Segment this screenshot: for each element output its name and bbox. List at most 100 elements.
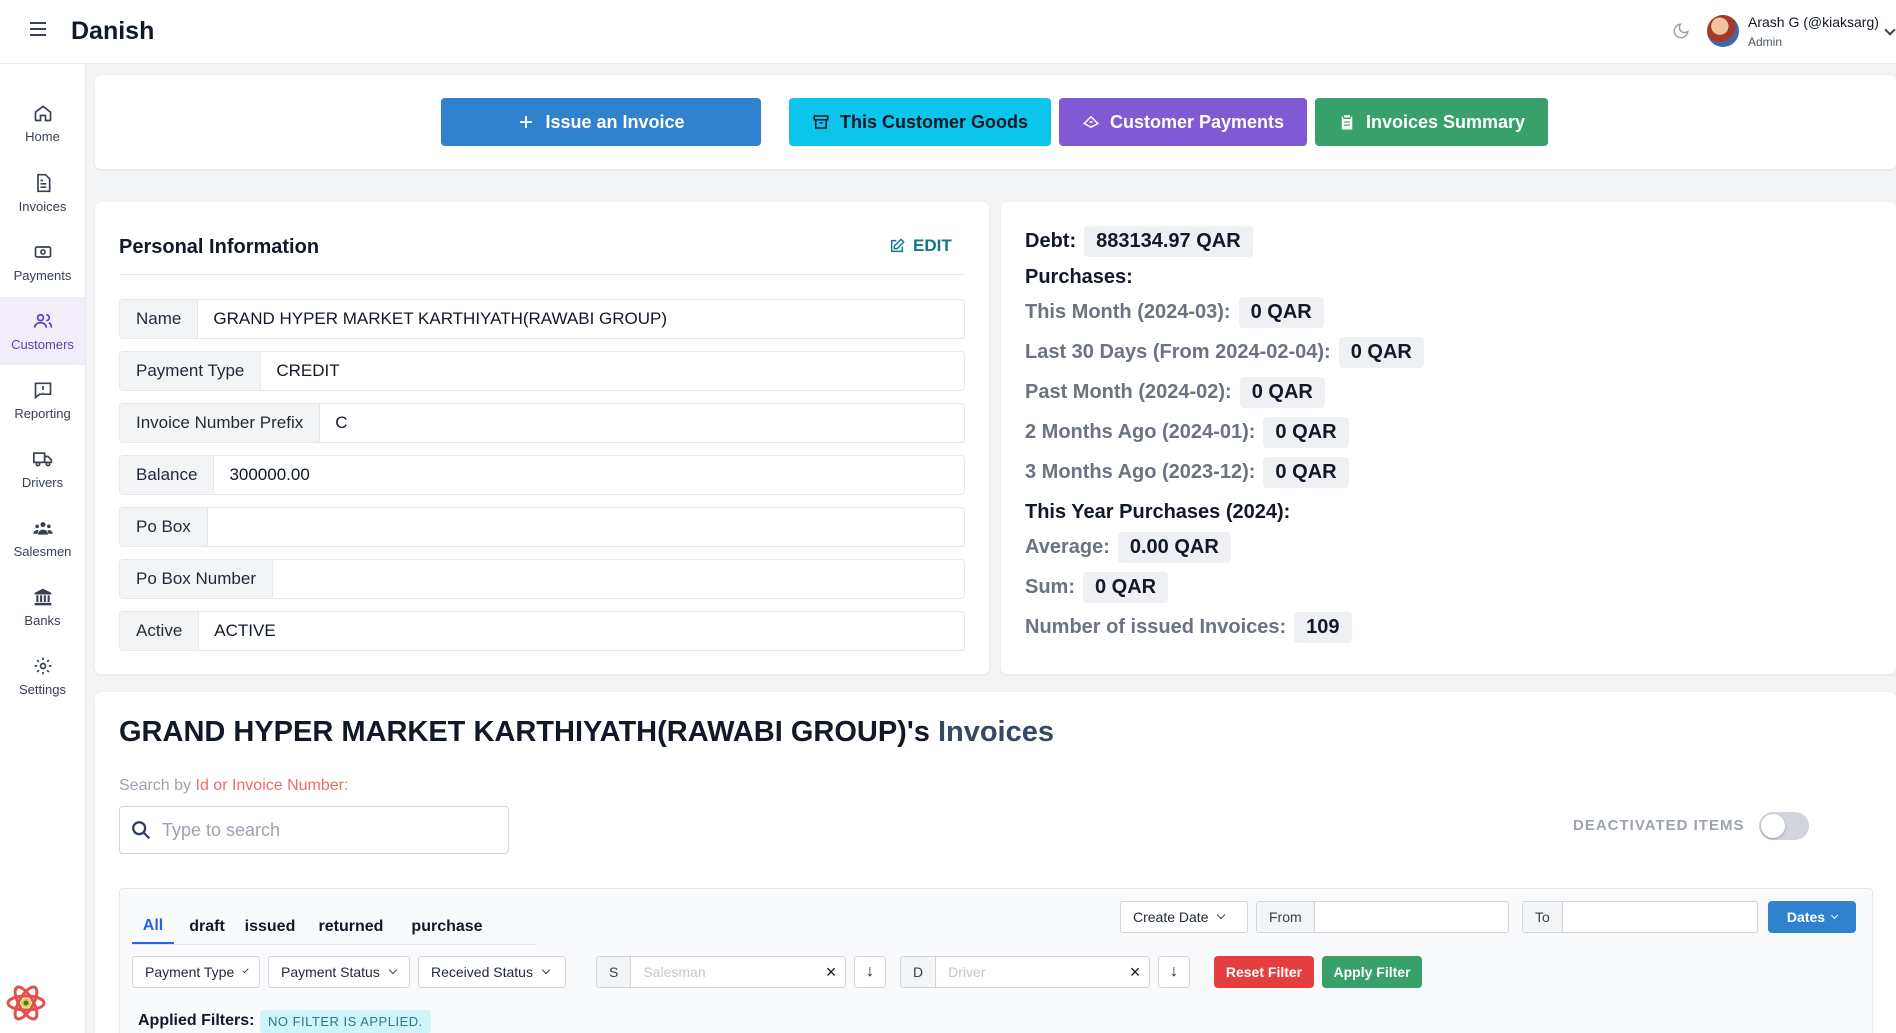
stat-past-month: Past Month (2024-02): 0 QAR <box>1025 377 1325 408</box>
payment-status-select[interactable]: Payment Status <box>268 956 410 988</box>
tab-issued[interactable]: issued <box>240 910 300 944</box>
invoices-summary-button[interactable]: Invoices Summary <box>1315 98 1548 146</box>
issue-invoice-button[interactable]: Issue an Invoice <box>441 98 761 146</box>
to-date-input[interactable]: To <box>1522 901 1758 933</box>
invoices-card: GRAND HYPER MARKET KARTHIYATH(RAWABI GRO… <box>95 692 1896 1033</box>
sidebar-item-salesmen[interactable]: Salesmen <box>0 504 85 572</box>
report-icon <box>34 382 51 399</box>
field-payment-type: Payment Type CREDIT <box>119 351 965 391</box>
sidebar-item-label: Salesmen <box>13 543 72 559</box>
home-icon <box>34 104 51 121</box>
driver-sort-button[interactable]: ↓ <box>1158 956 1190 988</box>
search-label: Search by Id or Invoice Number: <box>119 777 349 794</box>
group-icon <box>32 521 53 535</box>
sidebar-item-payments[interactable]: Payments <box>0 228 85 296</box>
sidebar-item-invoices[interactable]: Invoices <box>0 159 85 227</box>
stat-sum: Sum: 0 QAR <box>1025 572 1169 603</box>
tab-all[interactable]: All <box>132 910 174 944</box>
filter-panel: All draft issued returned purchase Creat… <box>119 888 1873 1033</box>
divider <box>119 274 965 275</box>
sidebar-item-label: Home <box>25 128 60 144</box>
menu-icon[interactable] <box>30 22 46 36</box>
clear-icon[interactable]: × <box>1121 957 1149 987</box>
stat-last-30-days: Last 30 Days (From 2024-02-04): 0 QAR <box>1025 337 1424 368</box>
stat-this-month: This Month (2024-03): 0 QAR <box>1025 297 1324 328</box>
field-po-box: Po Box <box>119 507 965 547</box>
no-filter-badge: NO FILTER IS APPLIED. <box>260 1010 431 1033</box>
dates-button[interactable]: Dates <box>1768 901 1856 933</box>
edit-icon <box>890 238 905 253</box>
chevron-down-icon <box>541 965 551 975</box>
customer-goods-button[interactable]: This Customer Goods <box>789 98 1051 146</box>
field-balance: Balance 300000.00 <box>119 455 965 495</box>
chevron-down-icon[interactable] <box>1884 24 1896 36</box>
bank-icon <box>34 588 51 605</box>
purchase-stats-card: Debt: 883134.97 QAR Purchases: This Mont… <box>1001 202 1896 674</box>
create-date-select[interactable]: Create Date <box>1120 901 1248 933</box>
field-invoice-prefix: Invoice Number Prefix C <box>119 403 965 443</box>
sidebar-item-settings[interactable]: Settings <box>0 642 85 710</box>
field-name: Name GRAND HYPER MARKET KARTHIYATH(RAWAB… <box>119 299 965 339</box>
chevron-down-icon <box>1217 910 1226 920</box>
sidebar-item-banks[interactable]: Banks <box>0 573 85 641</box>
moon-icon[interactable] <box>1672 22 1690 40</box>
user-name[interactable]: Arash G (@kiaksarg) <box>1748 14 1879 30</box>
section-title: Personal Information <box>119 236 320 258</box>
app-brand: Danish <box>71 17 155 45</box>
stat-average: Average: 0.00 QAR <box>1025 532 1231 563</box>
sidebar: Home Invoices Payments Customers Reporti… <box>0 64 86 1033</box>
sidebar-item-label: Banks <box>24 612 61 628</box>
stat-issued-count: Number of issued Invoices: 109 <box>1025 612 1352 643</box>
search-box <box>119 806 509 854</box>
money-icon <box>1082 115 1099 129</box>
driver-input[interactable]: D Driver × <box>900 956 1150 988</box>
react-query-logo[interactable] <box>6 983 46 1023</box>
apply-filter-button[interactable]: Apply Filter <box>1322 956 1422 988</box>
sidebar-item-reporting[interactable]: Reporting <box>0 366 85 434</box>
actions-card: Issue an Invoice This Customer Goods Cus… <box>95 75 1896 169</box>
deactivated-items-label: DEACTIVATED ITEMS <box>1573 817 1745 834</box>
clear-icon[interactable]: × <box>817 957 845 987</box>
tab-draft[interactable]: draft <box>184 910 230 944</box>
sidebar-item-label: Settings <box>19 681 66 697</box>
tab-purchase[interactable]: purchase <box>402 910 492 944</box>
chevron-down-icon <box>388 965 398 975</box>
sidebar-item-drivers[interactable]: Drivers <box>0 435 85 503</box>
from-date-input[interactable]: From <box>1256 901 1509 933</box>
stat-purchases-heading: Purchases: <box>1025 266 1133 288</box>
sidebar-item-home[interactable]: Home <box>0 89 85 157</box>
tab-returned[interactable]: returned <box>310 910 392 944</box>
salesman-sort-button[interactable]: ↓ <box>854 956 886 988</box>
user-role: Admin <box>1748 35 1783 49</box>
payment-type-select[interactable]: Payment Type <box>132 956 260 988</box>
box-icon <box>813 115 829 129</box>
tabs-divider <box>132 944 537 945</box>
customer-payments-button[interactable]: Customer Payments <box>1059 98 1307 146</box>
clipboard-icon <box>1341 115 1353 130</box>
search-input[interactable] <box>162 819 492 841</box>
avatar[interactable] <box>1707 15 1739 47</box>
applied-filters-label: Applied Filters: <box>138 1012 255 1029</box>
sidebar-item-label: Customers <box>11 336 74 352</box>
sidebar-item-label: Invoices <box>18 198 67 214</box>
field-po-box-number: Po Box Number <box>119 559 965 599</box>
stat-two-months-ago: 2 Months Ago (2024-01): 0 QAR <box>1025 417 1349 448</box>
sidebar-item-label: Payments <box>13 267 72 283</box>
deactivated-items-toggle[interactable] <box>1759 812 1809 840</box>
edit-button[interactable]: EDIT <box>889 236 952 256</box>
users-icon <box>33 313 52 328</box>
chevron-down-icon <box>242 966 249 974</box>
salesman-input[interactable]: S Salesman × <box>596 956 846 988</box>
file-icon <box>36 173 50 192</box>
sidebar-item-customers[interactable]: Customers <box>0 297 85 365</box>
stat-three-months-ago: 3 Months Ago (2023-12): 0 QAR <box>1025 457 1349 488</box>
search-icon <box>132 821 151 840</box>
stat-debt: Debt: 883134.97 QAR <box>1025 226 1253 257</box>
sidebar-item-label: Drivers <box>21 474 64 490</box>
personal-info-card: Personal Information EDIT Name GRAND HYP… <box>95 202 989 674</box>
received-status-select[interactable]: Received Status <box>418 956 566 988</box>
top-bar: Danish Arash G (@kiaksarg) Admin <box>0 0 1896 64</box>
plus-icon <box>520 116 533 128</box>
field-active: Active ACTIVE <box>119 611 965 651</box>
reset-filter-button[interactable]: Reset Filter <box>1214 956 1314 988</box>
